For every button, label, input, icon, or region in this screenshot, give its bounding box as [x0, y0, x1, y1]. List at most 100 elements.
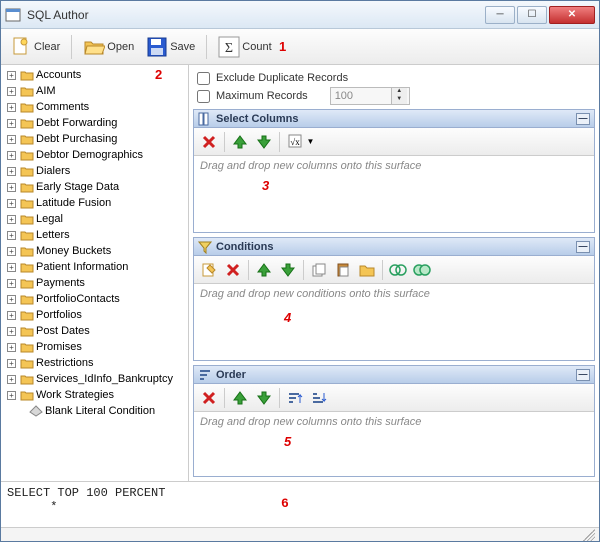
copy-button[interactable] — [308, 259, 330, 281]
select-columns-drop[interactable]: Drag and drop new columns onto this surf… — [194, 156, 594, 232]
sql-text-pane[interactable]: SELECT TOP 100 PERCENT *6 — [1, 481, 599, 527]
tree-item[interactable]: +Payments — [3, 275, 186, 291]
tree-item-label: Debtor Demographics — [36, 149, 143, 161]
tree-item[interactable]: +Comments — [3, 99, 186, 115]
group-and-button[interactable] — [387, 259, 409, 281]
expand-icon[interactable]: + — [7, 103, 16, 112]
move-down-button[interactable] — [253, 131, 275, 153]
expand-icon[interactable]: + — [7, 87, 16, 96]
expand-icon[interactable]: + — [7, 119, 16, 128]
move-up-button[interactable] — [229, 387, 251, 409]
aggregate-button[interactable]: √x ▼ — [284, 131, 318, 153]
count-button[interactable]: Σ Count — [213, 33, 276, 61]
conditions-header[interactable]: Conditions — — [194, 238, 594, 256]
tree-item[interactable]: +Restrictions — [3, 355, 186, 371]
expand-icon[interactable]: + — [7, 375, 16, 384]
tree-item[interactable]: +Accounts — [3, 67, 186, 83]
expand-icon[interactable]: + — [7, 359, 16, 368]
conditions-drop[interactable]: Drag and drop new conditions onto this s… — [194, 284, 594, 360]
expand-icon[interactable]: + — [7, 263, 16, 272]
folder-icon — [20, 325, 34, 337]
folder-icon — [20, 213, 34, 225]
collapse-icon[interactable]: — — [576, 241, 590, 253]
exclude-checkbox[interactable] — [197, 72, 210, 85]
tree-item[interactable]: +Dialers — [3, 163, 186, 179]
tree-item[interactable]: +Portfolios — [3, 307, 186, 323]
delete-button[interactable] — [198, 131, 220, 153]
expand-icon[interactable]: + — [7, 231, 16, 240]
sort-asc-button[interactable] — [284, 387, 306, 409]
save-button[interactable]: Save — [141, 33, 200, 61]
maximize-button[interactable]: ☐ — [517, 6, 547, 24]
tree-item[interactable]: +Early Stage Data — [3, 179, 186, 195]
resize-grip-icon[interactable] — [583, 529, 595, 541]
spin-down-icon[interactable]: ▼ — [392, 96, 407, 104]
tree-item[interactable]: +Services_IdInfo_Bankruptcy — [3, 371, 186, 387]
folder-icon — [20, 309, 34, 321]
folder-icon — [20, 69, 34, 81]
move-up-button[interactable] — [253, 259, 275, 281]
collapse-icon[interactable]: — — [576, 113, 590, 125]
collapse-icon[interactable]: — — [576, 369, 590, 381]
delete-button[interactable] — [222, 259, 244, 281]
tree-item[interactable]: +Legal — [3, 211, 186, 227]
maxrec-checkbox[interactable] — [197, 90, 210, 103]
window-title: SQL Author — [27, 8, 485, 22]
select-columns-header[interactable]: Select Columns — — [194, 110, 594, 128]
tree-item[interactable]: + Debtor Demographics — [3, 147, 186, 163]
minimize-button[interactable]: ─ — [485, 6, 515, 24]
move-down-button[interactable] — [277, 259, 299, 281]
tree-item[interactable]: +Money Buckets — [3, 243, 186, 259]
spin-up-icon[interactable]: ▲ — [392, 88, 407, 96]
open-label: Open — [107, 41, 134, 53]
category-tree[interactable]: 2 +Accounts+AIM+Comments+Debt Forwarding… — [1, 65, 189, 481]
tree-item[interactable]: + AIM — [3, 83, 186, 99]
expand-icon[interactable]: + — [7, 183, 16, 192]
move-up-button[interactable] — [229, 131, 251, 153]
open-button[interactable]: Open — [78, 33, 139, 61]
maxrec-input[interactable] — [331, 90, 391, 102]
folder-icon — [20, 117, 34, 129]
tree-item[interactable]: +Work Strategies — [3, 387, 186, 403]
expand-icon[interactable]: + — [7, 71, 16, 80]
sort-desc-button[interactable] — [308, 387, 330, 409]
annotation-6: 6 — [281, 496, 289, 511]
expand-icon[interactable]: + — [7, 295, 16, 304]
expand-icon[interactable]: + — [7, 135, 16, 144]
expand-icon[interactable]: + — [7, 151, 16, 160]
tree-item[interactable]: +PortfolioContacts — [3, 291, 186, 307]
expand-icon[interactable]: + — [7, 199, 16, 208]
expand-icon[interactable]: + — [7, 167, 16, 176]
close-button[interactable]: ✕ — [549, 6, 595, 24]
tree-item[interactable]: +Patient Information — [3, 259, 186, 275]
tree-item[interactable]: +Letters — [3, 227, 186, 243]
clear-button[interactable]: Clear — [5, 33, 65, 61]
tree-item[interactable]: +Debt Purchasing — [3, 131, 186, 147]
tree-item[interactable]: +Debt Forwarding — [3, 115, 186, 131]
folder-button[interactable] — [356, 259, 378, 281]
tree-item[interactable]: +Latitude Fusion — [3, 195, 186, 211]
select-columns-toolbar: √x ▼ — [194, 128, 594, 156]
expand-icon[interactable]: + — [7, 215, 16, 224]
order-header[interactable]: Order — — [194, 366, 594, 384]
group-or-button[interactable] — [411, 259, 433, 281]
paste-button[interactable] — [332, 259, 354, 281]
tree-child-item[interactable]: Blank Literal Condition — [3, 403, 186, 419]
maxrec-spinner[interactable]: ▲ ▼ — [330, 87, 410, 105]
separator — [224, 388, 225, 408]
move-down-button[interactable] — [253, 387, 275, 409]
expand-icon[interactable]: + — [7, 279, 16, 288]
titlebar[interactable]: SQL Author ─ ☐ ✕ — [1, 1, 599, 29]
expand-icon[interactable]: + — [7, 391, 16, 400]
delete-button[interactable] — [198, 387, 220, 409]
tree-item[interactable]: +Promises — [3, 339, 186, 355]
tree-item[interactable]: +Post Dates — [3, 323, 186, 339]
spinner-buttons[interactable]: ▲ ▼ — [391, 88, 407, 104]
expand-icon[interactable]: + — [7, 343, 16, 352]
tree-item-label: AIM — [36, 85, 56, 97]
expand-icon[interactable]: + — [7, 327, 16, 336]
order-drop[interactable]: Drag and drop new columns onto this surf… — [194, 412, 594, 476]
expand-icon[interactable]: + — [7, 247, 16, 256]
expand-icon[interactable]: + — [7, 311, 16, 320]
edit-button[interactable] — [198, 259, 220, 281]
